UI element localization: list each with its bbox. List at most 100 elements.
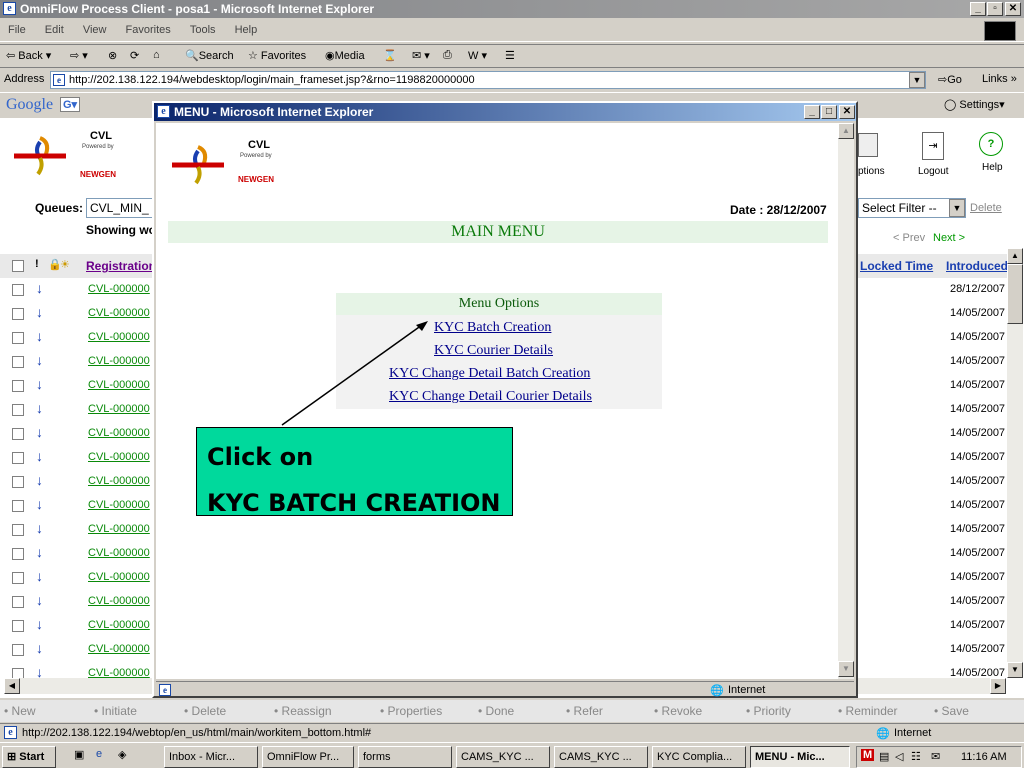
search-button[interactable]: 🔍Search <box>185 49 234 62</box>
row-registration-link[interactable]: CVL-000000 <box>88 643 150 655</box>
row-registration-link[interactable]: CVL-000000 <box>88 547 150 559</box>
row-registration-link[interactable]: CVL-000000 <box>88 619 150 631</box>
row-checkbox[interactable] <box>12 476 24 488</box>
row-checkbox[interactable] <box>12 404 24 416</box>
scroll-down-icon[interactable]: ▼ <box>1007 662 1023 678</box>
print-icon[interactable]: ⎙ <box>443 49 452 62</box>
back-button[interactable]: ⇦ Back ▾ <box>6 49 51 62</box>
row-registration-link[interactable]: CVL-000000 <box>88 523 150 535</box>
popup-close-icon[interactable]: ✕ <box>839 105 855 119</box>
google-g-button[interactable]: G▾ <box>60 97 81 112</box>
row-checkbox[interactable] <box>12 596 24 608</box>
row-checkbox[interactable] <box>12 332 24 344</box>
network-icon[interactable]: ▤ <box>879 750 889 763</box>
tray-mail-icon[interactable]: ✉ <box>931 750 940 763</box>
select-all-checkbox[interactable] <box>12 260 24 272</box>
row-registration-link[interactable]: CVL-000000 <box>88 427 150 439</box>
help-icon[interactable]: ? <box>979 132 1003 156</box>
row-registration-link[interactable]: CVL-000000 <box>88 331 150 343</box>
ie-quicklaunch-icon[interactable]: e <box>96 748 102 760</box>
taskbar-item[interactable]: OmniFlow Pr... <box>262 746 354 768</box>
taskbar-item[interactable]: CAMS_KYC ... <box>554 746 648 768</box>
action-revoke[interactable]: • Revoke <box>654 704 702 718</box>
menu-help[interactable]: Help <box>235 24 258 36</box>
action-new[interactable]: • New <box>4 704 36 718</box>
row-checkbox[interactable] <box>12 356 24 368</box>
queue-select[interactable]: CVL_MIN_ <box>86 198 156 218</box>
row-checkbox[interactable] <box>12 380 24 392</box>
tray-icon[interactable]: ☷ <box>911 750 921 763</box>
introduced-column-header[interactable]: Introduced <box>946 259 1008 273</box>
menu-file[interactable]: File <box>8 24 26 36</box>
taskbar-item[interactable]: CAMS_KYC ... <box>456 746 550 768</box>
favorites-button[interactable]: ☆ Favorites <box>248 49 306 62</box>
row-checkbox[interactable] <box>12 620 24 632</box>
discuss-icon[interactable]: ☰ <box>505 49 515 62</box>
row-checkbox[interactable] <box>12 284 24 296</box>
edit-icon[interactable]: W ▾ <box>468 49 487 62</box>
action-properties[interactable]: • Properties <box>380 704 442 718</box>
row-registration-link[interactable]: CVL-000000 <box>88 379 150 391</box>
start-button[interactable]: ⊞ Start <box>2 746 56 768</box>
tray-app-icon[interactable]: M <box>861 749 875 761</box>
volume-icon[interactable]: ◁ <box>895 750 903 763</box>
scroll-thumb[interactable] <box>1007 264 1023 324</box>
address-dropdown-icon[interactable]: ▼ <box>909 72 925 88</box>
home-icon[interactable]: ⌂ <box>153 49 160 61</box>
taskbar-item[interactable]: Inbox - Micr... <box>164 746 258 768</box>
next-link[interactable]: Next > <box>933 232 965 244</box>
action-initiate[interactable]: • Initiate <box>94 704 137 718</box>
scroll-up-icon[interactable]: ▲ <box>1007 248 1023 264</box>
taskbar-item[interactable]: KYC Complia... <box>652 746 746 768</box>
row-checkbox[interactable] <box>12 452 24 464</box>
logout-icon[interactable]: ⇥ <box>922 132 944 160</box>
forward-icon[interactable]: ⇨ ▾ <box>70 49 88 62</box>
row-registration-link[interactable]: CVL-000000 <box>88 307 150 319</box>
delete-filter-link[interactable]: Delete <box>970 202 1002 214</box>
restore-icon[interactable]: ▫ <box>987 2 1003 16</box>
mail-icon[interactable]: ✉ ▾ <box>412 49 430 62</box>
row-checkbox[interactable] <box>12 524 24 536</box>
action-reassign[interactable]: • Reassign <box>274 704 332 718</box>
row-checkbox[interactable] <box>12 548 24 560</box>
filter-select[interactable]: Select Filter -- ▼ <box>858 198 966 218</box>
scroll-left-icon[interactable]: ◀ <box>4 678 20 694</box>
filter-dropdown-icon[interactable]: ▼ <box>949 199 965 217</box>
stop-icon[interactable]: ⊗ <box>108 49 117 62</box>
row-registration-link[interactable]: CVL-000000 <box>88 355 150 367</box>
row-checkbox[interactable] <box>12 572 24 584</box>
show-desktop-icon[interactable]: ▣ <box>74 748 84 761</box>
action-done[interactable]: • Done <box>478 704 514 718</box>
menu-tools[interactable]: Tools <box>190 24 216 36</box>
registration-column-header[interactable]: Registration <box>86 259 156 273</box>
action-reminder[interactable]: • Reminder <box>838 704 898 718</box>
row-registration-link[interactable]: CVL-000000 <box>88 283 150 295</box>
refresh-icon[interactable]: ⟳ <box>130 49 139 62</box>
row-checkbox[interactable] <box>12 428 24 440</box>
go-button[interactable]: ⇨Go <box>938 73 962 86</box>
address-input[interactable]: e http://202.138.122.194/webdesktop/logi… <box>50 71 926 89</box>
row-registration-link[interactable]: CVL-000000 <box>88 571 150 583</box>
scroll-right-icon[interactable]: ▶ <box>990 678 1006 694</box>
taskbar-item[interactable]: forms <box>358 746 452 768</box>
action-refer[interactable]: • Refer <box>566 704 603 718</box>
quicklaunch-icon[interactable]: ◈ <box>118 748 126 761</box>
menu-view[interactable]: View <box>83 24 107 36</box>
history-icon[interactable]: ⌛ <box>383 49 397 62</box>
menu-favorites[interactable]: Favorites <box>126 24 171 36</box>
locked-time-column-header[interactable]: Locked Time <box>860 259 933 273</box>
popup-scroll-down-icon[interactable]: ▼ <box>838 661 854 677</box>
popup-scroll-up-icon[interactable]: ▲ <box>838 123 854 139</box>
action-priority[interactable]: • Priority <box>746 704 791 718</box>
taskbar-item[interactable]: MENU - Mic... <box>750 746 850 768</box>
links-button[interactable]: Links » <box>982 73 1017 85</box>
kyc-batch-creation-link[interactable]: KYC Batch Creation <box>434 320 551 336</box>
popup-minimize-icon[interactable]: _ <box>804 105 820 119</box>
row-checkbox[interactable] <box>12 500 24 512</box>
kyc-courier-details-link[interactable]: KYC Courier Details <box>434 343 553 359</box>
vertical-scrollbar[interactable]: ▲ ▼ <box>1007 248 1023 678</box>
popup-vertical-scrollbar[interactable]: ▲ ▼ <box>838 123 854 679</box>
row-checkbox[interactable] <box>12 308 24 320</box>
row-registration-link[interactable]: CVL-000000 <box>88 451 150 463</box>
row-registration-link[interactable]: CVL-000000 <box>88 403 150 415</box>
